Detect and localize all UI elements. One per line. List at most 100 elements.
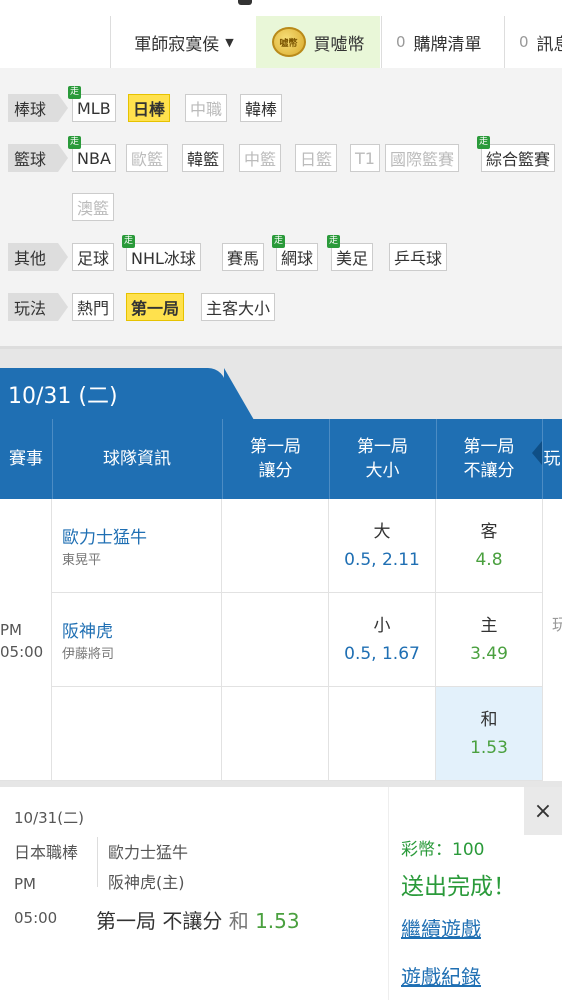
caret-down-icon: ▼ [225, 35, 234, 49]
moneyline-away-cell[interactable]: 客 4.8 [436, 499, 543, 593]
popup-team-home: 阪神虎(主) [108, 873, 185, 892]
odds-label: 主 [480, 615, 498, 636]
username: 軍師寂寞侯 [134, 34, 220, 55]
header-moneyline: 第一局 不讓分 [436, 419, 543, 499]
chip-intl-basketball[interactable]: 國際籃賽 [385, 144, 460, 172]
chip-table-tennis[interactable]: 乒乓球 [389, 243, 448, 271]
scroll-left-arrow-icon[interactable] [532, 441, 542, 465]
popup-team-away: 歐力士猛牛 [108, 843, 189, 862]
buy-coin-button[interactable]: 噓幣 買噓幣 [256, 16, 380, 68]
odds-label: 客 [480, 521, 498, 542]
game-record-link[interactable]: 遊戲紀錄 [401, 961, 481, 990]
chip-mlb[interactable]: 走 MLB [68, 86, 116, 122]
odds-value: 3.49 [470, 643, 508, 664]
cart-label: 購牌清單 [413, 34, 482, 55]
category-other: 其他 [8, 243, 69, 271]
spread-cell [222, 687, 329, 781]
popup-bet: 第一局 不讓分 和 1.53 [96, 905, 300, 934]
go-badge: 走 [327, 235, 340, 248]
side-glyph: 玩 [552, 615, 562, 634]
filter-row-basketball: 籃球 [8, 143, 70, 173]
odds-table: 賽事 球隊資訊 第一局 讓分 第一局 大小 第一局 不讓分 玩 PM 05:00 歐力士… [0, 419, 562, 781]
chip-china-basketball[interactable]: 中籃 [239, 144, 282, 172]
team-cell-away[interactable]: 歐力士猛牛 東晃平 [52, 499, 222, 593]
chip-american-football[interactable]: 走美足 [327, 235, 374, 271]
buy-coin-label: 買噓幣 [313, 34, 365, 55]
bet-confirm-popup: 10/31(二) 日本職棒 歐力士猛牛 阪神虎(主) PM 05:00 第一局 … [0, 787, 562, 1000]
team-name: 阪神虎 [62, 622, 113, 642]
chip-nba[interactable]: 走 NBA [68, 136, 116, 172]
go-badge: 走 [68, 136, 81, 149]
odds-value: 1.53 [470, 737, 508, 758]
message-label: 訊息 [536, 34, 562, 55]
odds-label: 和 [480, 709, 498, 730]
cart-button[interactable]: 0 購牌清單 [381, 16, 518, 68]
filter-row-mode: 玩法 [8, 292, 70, 322]
popup-ampm: PM [14, 875, 36, 893]
go-badge: 走 [477, 136, 490, 149]
bet-summary: 10/31(二) 日本職棒 歐力士猛牛 阪神虎(主) PM 05:00 第一局 … [0, 787, 388, 1000]
go-badge: 走 [68, 86, 81, 99]
total-under-cell[interactable]: 小 0.5, 1.67 [329, 593, 436, 687]
message-button[interactable]: 0 訊息 [504, 16, 562, 68]
team-cell-home[interactable]: 阪神虎 伊藤將司 [52, 593, 222, 687]
chip-aus-basketball[interactable]: 澳籃 [72, 193, 115, 221]
pitcher-name: 伊藤將司 [62, 647, 115, 662]
category-baseball: 棒球 [8, 94, 69, 122]
category-mode: 玩法 [8, 293, 69, 321]
chip-home-away-total[interactable]: 主客大小 [201, 293, 276, 321]
chip-japan-basketball[interactable]: 日籃 [295, 144, 338, 172]
continue-game-link[interactable]: 繼續遊戲 [401, 913, 481, 942]
chip-cpbl[interactable]: 中職 [185, 94, 228, 122]
spread-cell[interactable] [222, 593, 329, 687]
sport-filter-panel: 棒球 走 MLB 日棒 中職 韓棒 籃球 走 NBA 歐籃 韓籃 中籃 日籃 T1 … [0, 68, 562, 349]
chip-korea-basketball[interactable]: 韓籃 [182, 144, 225, 172]
chip-popular[interactable]: 熱門 [72, 293, 115, 321]
moneyline-draw-cell[interactable]: 和 1.53 [436, 687, 543, 781]
done-message: 送出完成！ [401, 874, 516, 900]
popup-date: 10/31(二) [14, 809, 84, 827]
divider [97, 837, 98, 887]
bet-pick: 和 [228, 909, 249, 933]
date-tab[interactable]: 10/31 (二) [0, 368, 254, 420]
spread-cell[interactable] [222, 499, 329, 593]
popup-time: 05:00 [14, 909, 58, 927]
chip-t1[interactable]: T1 [350, 144, 380, 172]
odds-value: 0.5, 1.67 [344, 643, 420, 664]
header-more: 玩 [543, 449, 561, 469]
chip-nhl[interactable]: 走 NHL冰球 [122, 235, 201, 271]
chip-euro-basketball[interactable]: 歐籃 [126, 144, 169, 172]
divider [388, 787, 389, 1000]
chip-npb[interactable]: 日棒 [128, 94, 171, 122]
chip-horse-racing[interactable]: 賽馬 [222, 243, 265, 271]
game-time: PM 05:00 [0, 621, 44, 661]
filter-row-baseball: 棒球 [8, 93, 70, 123]
header-event: 賽事 [0, 419, 53, 499]
close-icon[interactable]: × [524, 787, 562, 835]
chip-kbo[interactable]: 韓棒 [240, 94, 283, 122]
team-cell-empty [52, 687, 222, 781]
coin-balance: 彩幣：100 [401, 840, 485, 860]
filter-row-other: 其他 [8, 242, 70, 272]
total-over-cell[interactable]: 大 0.5, 2.11 [329, 499, 436, 593]
moneyline-home-cell[interactable]: 主 3.49 [436, 593, 543, 687]
odds-label: 小 [373, 615, 391, 636]
chip-mixed-basketball[interactable]: 走綜合籃賽 [477, 136, 556, 172]
bet-type: 第一局 不讓分 [96, 909, 223, 933]
category-basketball: 籃球 [8, 144, 69, 172]
chip-tennis[interactable]: 走網球 [272, 235, 319, 271]
user-menu[interactable]: 軍師寂寞侯 ▼ [110, 16, 257, 68]
chip-first-inning[interactable]: 第一局 [126, 293, 185, 321]
table-header: 賽事 球隊資訊 第一局 讓分 第一局 大小 第一局 不讓分 玩 [0, 419, 562, 499]
pitcher-name: 東晃平 [62, 553, 102, 568]
odds-label: 大 [373, 521, 391, 542]
header-team: 球隊資訊 [52, 419, 223, 499]
cart-count: 0 [396, 33, 406, 51]
bet-odds: 1.53 [255, 909, 300, 933]
odds-value: 0.5, 2.11 [344, 549, 420, 570]
popup-league: 日本職棒 [14, 843, 79, 862]
coin-icon: 噓幣 [271, 27, 306, 57]
top-indicator [238, 0, 252, 5]
header-total: 第一局 大小 [329, 419, 437, 499]
chip-soccer[interactable]: 足球 [72, 243, 115, 271]
